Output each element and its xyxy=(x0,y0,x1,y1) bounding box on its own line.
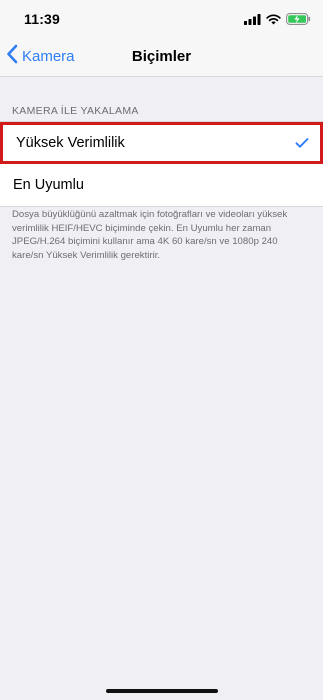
option-label: En Uyumlu xyxy=(13,177,84,193)
option-high-efficiency[interactable]: Yüksek Verimlilik xyxy=(0,122,323,164)
home-indicator[interactable] xyxy=(105,689,218,693)
option-label: Yüksek Verimlilik xyxy=(16,135,125,151)
option-most-compatible[interactable]: En Uyumlu xyxy=(0,164,323,206)
format-options-list: Yüksek Verimlilik En Uyumlu xyxy=(0,121,323,207)
battery-charging-icon xyxy=(286,12,311,30)
signal-icon xyxy=(244,12,261,30)
wifi-icon xyxy=(266,12,281,30)
section-footer-note: Dosya büyüklüğünü azaltmak için fotoğraf… xyxy=(12,209,288,261)
status-time: 11:39 xyxy=(24,11,61,27)
checkmark-icon xyxy=(295,138,309,149)
section-header: KAMERA İLE YAKALAMA xyxy=(12,105,139,117)
navigation-bar: Kamera Biçimler xyxy=(0,38,323,77)
page-title: Biçimler xyxy=(131,48,192,65)
status-icons xyxy=(244,12,311,30)
